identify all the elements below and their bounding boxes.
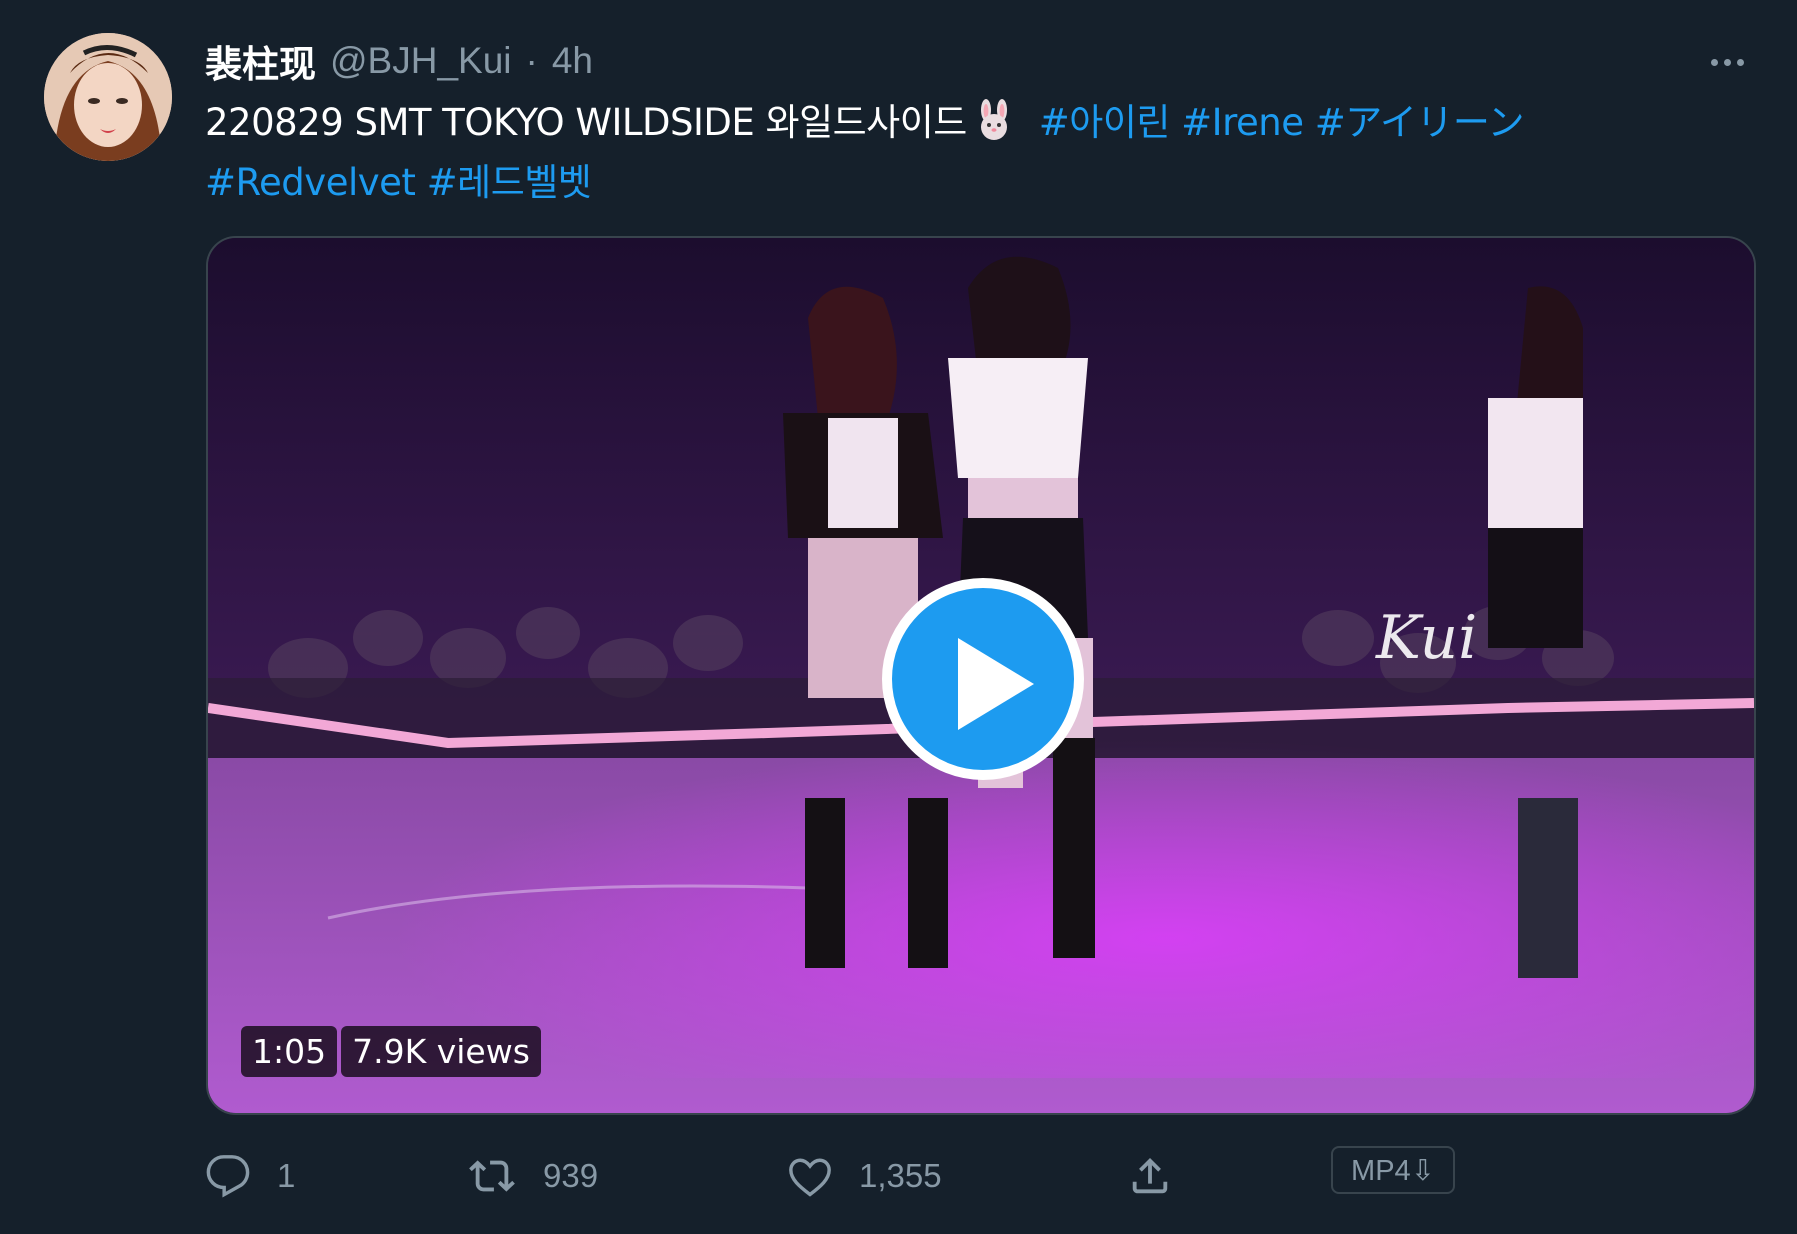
- separator-dot: ·: [525, 40, 538, 81]
- retweet-button[interactable]: 939: [467, 1146, 598, 1206]
- reply-button[interactable]: 1: [205, 1146, 295, 1206]
- reply-count: 1: [277, 1157, 296, 1194]
- video-duration: 1:05: [241, 1026, 338, 1077]
- display-name[interactable]: 裴柱现: [205, 34, 316, 88]
- video-meta: 1:05 7.9K views: [241, 1026, 541, 1077]
- tweet: 裴柱现 @BJH_Kui · 4h 220829 SMT TOKYO WILDS…: [0, 0, 1797, 1234]
- share-icon: [1132, 1157, 1168, 1194]
- tweet-timestamp[interactable]: 4h: [552, 40, 593, 82]
- retweet-count: 939: [543, 1157, 599, 1194]
- tweet-actions: 1 939 1,355 MP4⇩: [205, 1146, 1745, 1206]
- tweet-body: 220829 SMT TOKYO WILDSIDE 와일드사이드: [205, 101, 967, 144]
- watermark: Kui: [1375, 603, 1477, 673]
- more-dot-icon: [1723, 58, 1731, 66]
- share-button[interactable]: [1127, 1146, 1173, 1206]
- like-button[interactable]: 1,355: [787, 1146, 942, 1206]
- more-dot-icon: [1736, 58, 1744, 66]
- hashtag-redvelvet-korean[interactable]: #레드벨벳: [427, 161, 592, 204]
- more-dot-icon: [1710, 58, 1718, 66]
- video-player[interactable]: Kui 1:05 7.9K views: [206, 236, 1756, 1115]
- heart-icon: [789, 1158, 831, 1197]
- tweet-text: 220829 SMT TOKYO WILDSIDE 와일드사이드 #아이린 #Ir…: [205, 96, 1725, 210]
- video-view-count: 7.9K views: [341, 1026, 541, 1077]
- rabbit-face-icon: [973, 99, 1015, 156]
- avatar[interactable]: [44, 33, 172, 161]
- play-button[interactable]: [882, 578, 1084, 780]
- hashtag-irene[interactable]: #Irene: [1181, 101, 1304, 144]
- reply-icon: [206, 1155, 250, 1198]
- hashtag-redvelvet[interactable]: #Redvelvet: [205, 161, 416, 204]
- more-options-button[interactable]: [1697, 42, 1757, 82]
- mp4-download-button[interactable]: MP4⇩: [1331, 1146, 1455, 1194]
- user-handle[interactable]: @BJH_Kui: [330, 40, 512, 82]
- play-icon: [958, 638, 1034, 730]
- tweet-header: 裴柱现 @BJH_Kui · 4h: [205, 36, 593, 86]
- retweet-icon: [469, 1160, 515, 1192]
- like-count: 1,355: [859, 1157, 942, 1194]
- hashtag-irene-korean[interactable]: #아이린: [1039, 101, 1171, 144]
- hashtag-irene-japanese[interactable]: #アイリーン: [1315, 101, 1525, 144]
